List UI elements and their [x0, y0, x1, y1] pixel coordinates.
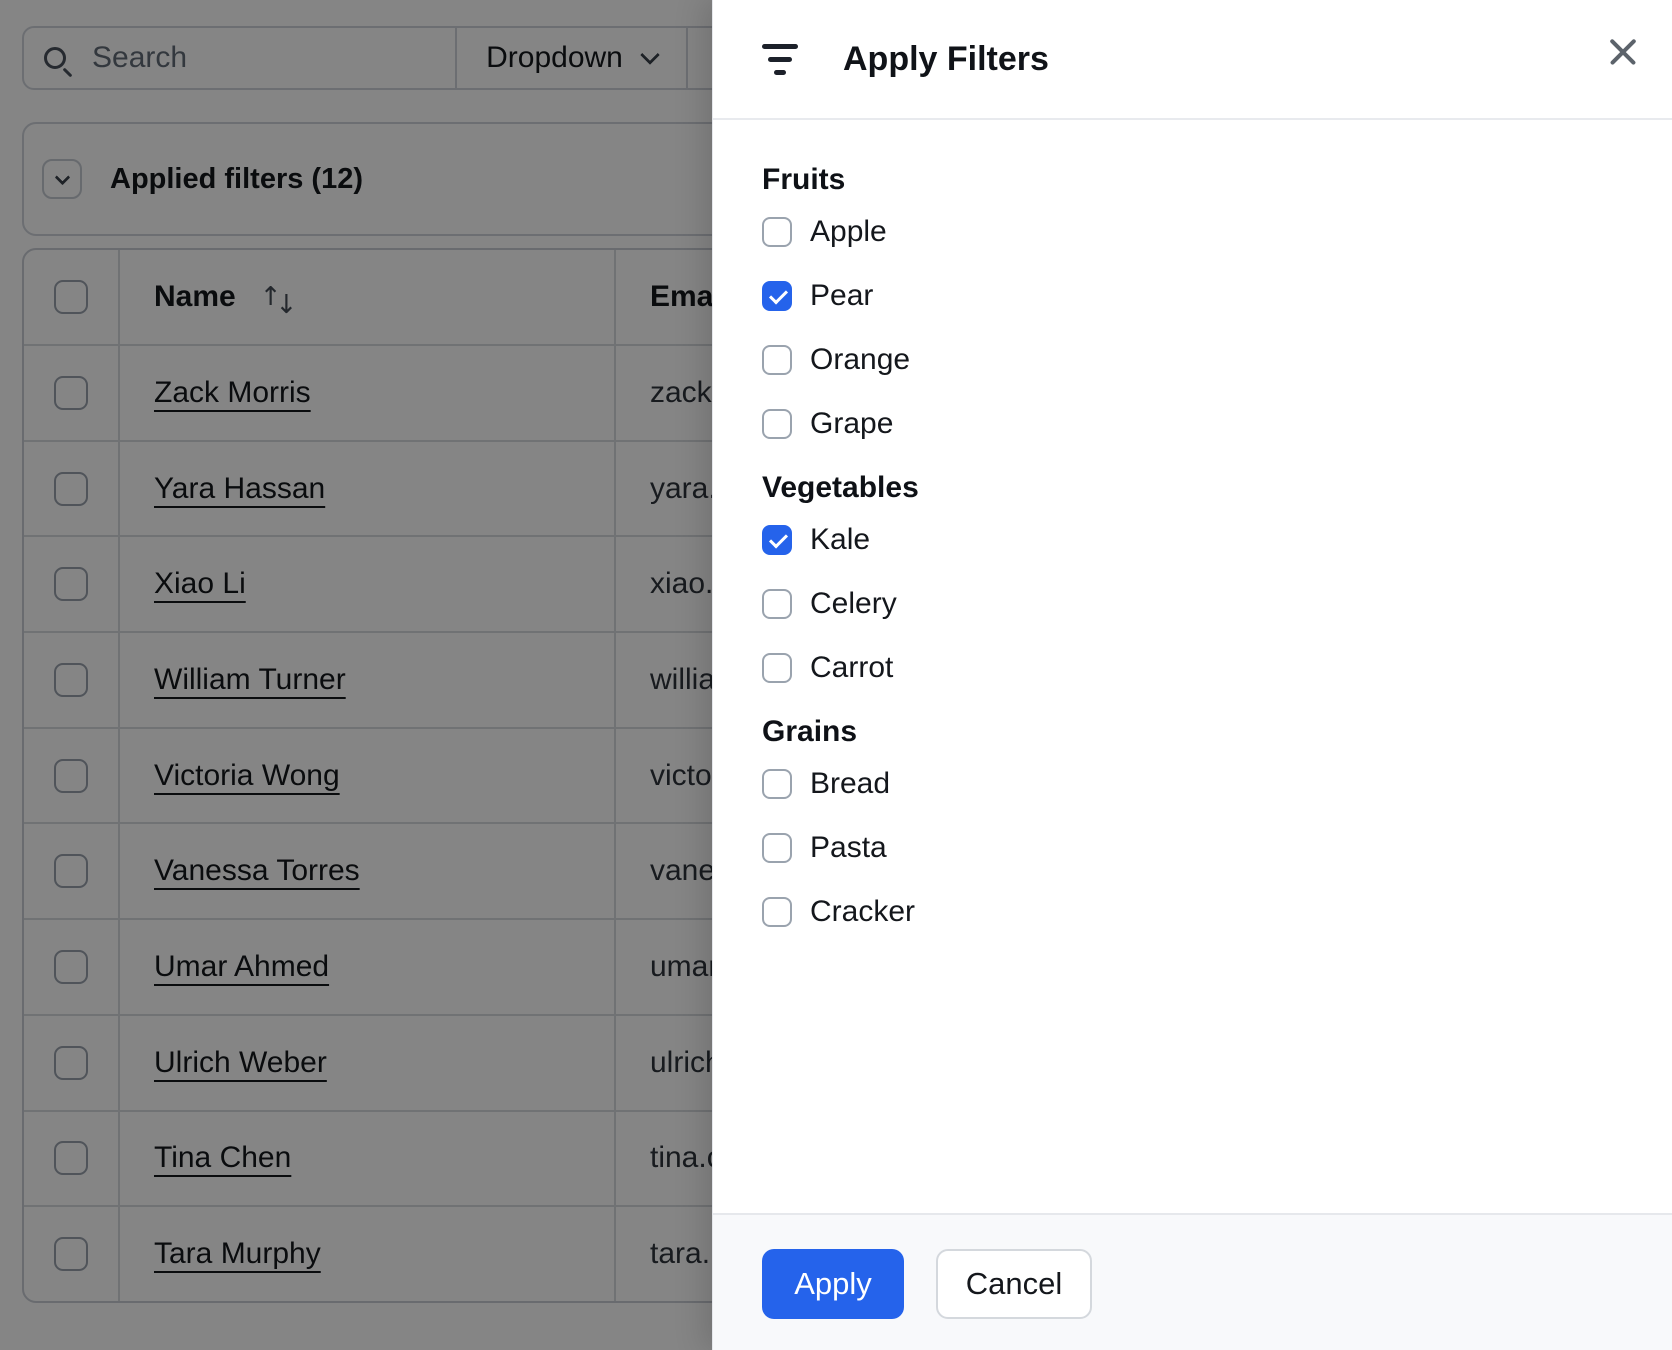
- checkbox-checked-icon[interactable]: [762, 525, 792, 555]
- filter-sections: Fruits Apple Pear Orange Grape Vegetables Kale…: [713, 120, 1672, 1213]
- filter-option-label: Pasta: [810, 831, 887, 864]
- filter-option-cracker[interactable]: Cracker: [762, 892, 1624, 932]
- close-icon[interactable]: [1603, 32, 1643, 72]
- filter-option-label: Apple: [810, 215, 887, 248]
- filter-option-label: Grape: [810, 407, 894, 440]
- filter-option-grape[interactable]: Grape: [762, 404, 1624, 444]
- checkbox-icon[interactable]: [762, 769, 792, 799]
- filter-lines-icon: [761, 43, 799, 75]
- checkbox-checked-icon[interactable]: [762, 281, 792, 311]
- filter-section-title: Fruits: [762, 163, 846, 196]
- filter-section-vegetables: Vegetables Kale Celery Carrot: [762, 468, 1624, 688]
- filter-option-celery[interactable]: Celery: [762, 584, 1624, 624]
- filter-option-label: Orange: [810, 343, 911, 376]
- filter-option-kale[interactable]: Kale: [762, 520, 1624, 560]
- checkbox-icon[interactable]: [762, 589, 792, 619]
- checkbox-icon[interactable]: [762, 217, 792, 247]
- filter-option-bread[interactable]: Bread: [762, 764, 1624, 804]
- filter-option-label: Kale: [810, 523, 871, 556]
- checkbox-icon[interactable]: [762, 653, 792, 683]
- checkbox-icon[interactable]: [762, 897, 792, 927]
- filter-section-title: Vegetables: [762, 471, 919, 504]
- checkbox-icon[interactable]: [762, 409, 792, 439]
- filter-option-apple[interactable]: Apple: [762, 212, 1624, 252]
- cancel-button[interactable]: Cancel: [936, 1249, 1092, 1319]
- filter-option-label: Pear: [810, 279, 874, 312]
- apply-button[interactable]: Apply: [762, 1249, 904, 1319]
- filter-option-label: Cracker: [810, 895, 916, 928]
- panel-footer: Apply Cancel: [713, 1213, 1672, 1350]
- filter-option-carrot[interactable]: Carrot: [762, 648, 1624, 688]
- filter-option-label: Celery: [810, 587, 897, 620]
- filter-section-title: Grains: [762, 715, 858, 748]
- panel-title: Apply Filters: [843, 39, 1049, 78]
- checkbox-icon[interactable]: [762, 833, 792, 863]
- filter-option-pear[interactable]: Pear: [762, 276, 1624, 316]
- filter-option-label: Carrot: [810, 651, 894, 684]
- filter-option-pasta[interactable]: Pasta: [762, 828, 1624, 868]
- filter-section-fruits: Fruits Apple Pear Orange Grape: [762, 160, 1624, 444]
- filter-option-orange[interactable]: Orange: [762, 340, 1624, 380]
- panel-header: Apply Filters: [713, 0, 1672, 120]
- filter-option-label: Bread: [810, 767, 891, 800]
- filter-section-grains: Grains Bread Pasta Cracker: [762, 712, 1624, 932]
- apply-filters-panel: Apply Filters Fruits Apple Pear Orange Grape…: [712, 0, 1672, 1350]
- checkbox-icon[interactable]: [762, 345, 792, 375]
